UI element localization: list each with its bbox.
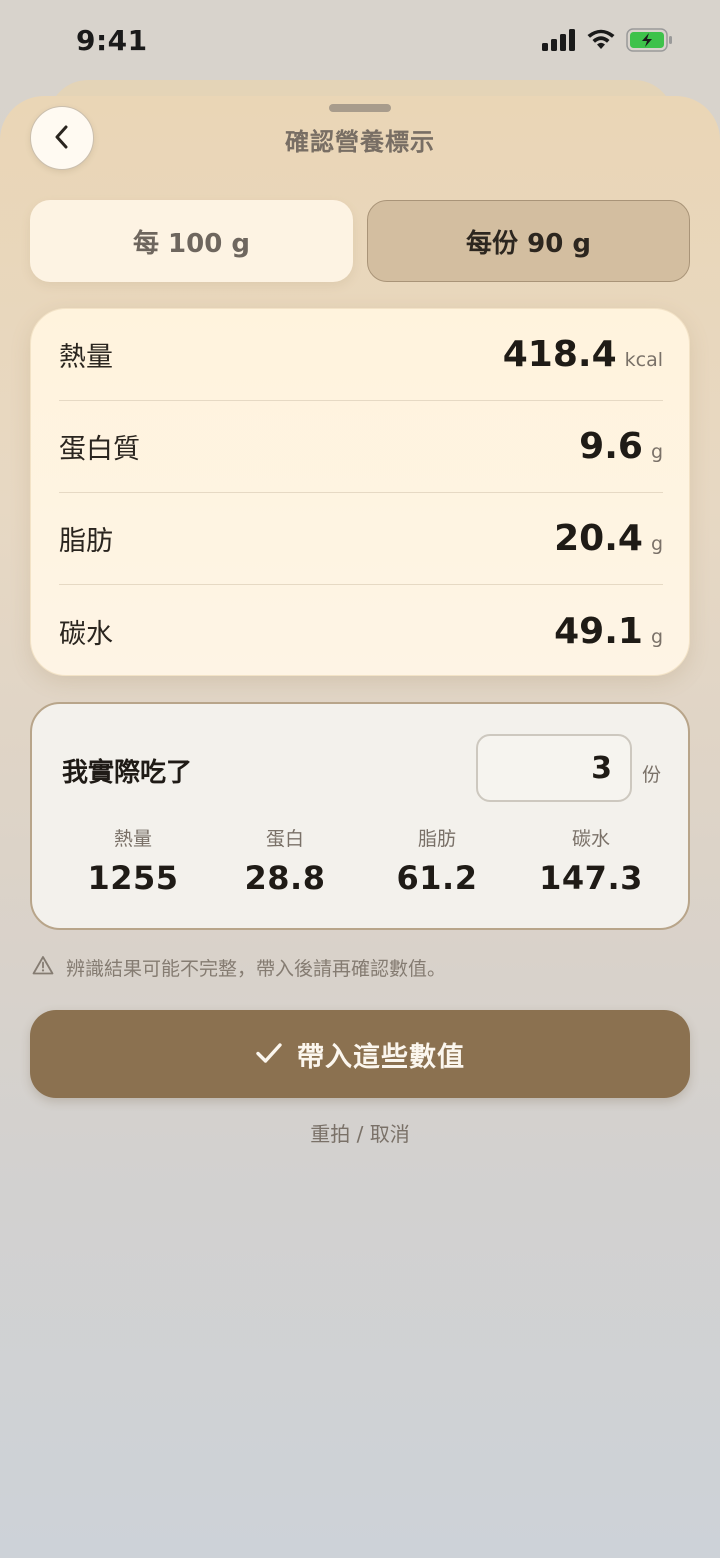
battery-charging-icon: [626, 28, 674, 56]
nutrition-value[interactable]: 20.4: [554, 518, 643, 559]
status-time: 9:41: [76, 24, 148, 57]
macro-label: 蛋白: [265, 828, 304, 850]
macro-fat: 脂肪 61.2: [361, 824, 513, 897]
macro-protein: 蛋白 28.8: [209, 824, 361, 897]
nutrition-row-protein: 蛋白質 9.6 g: [59, 401, 663, 493]
macro-value: 1255: [87, 859, 179, 897]
nutrition-label: 蛋白質: [59, 434, 140, 465]
nutrition-row-carbs: 碳水 49.1 g: [59, 585, 663, 677]
eaten-card: 我實際吃了 份 熱量 1255 蛋白 28.8 脂肪 61.2 碳水 147.3: [30, 702, 690, 930]
macro-calories: 熱量 1255: [57, 824, 209, 897]
macro-value: 147.3: [539, 859, 643, 897]
apply-values-label: 帶入這些數值: [297, 1041, 465, 1072]
cellular-signal-icon: [542, 29, 576, 55]
nutrition-label: 熱量: [59, 342, 113, 373]
status-bar: 9:41: [0, 0, 720, 80]
nutrition-value[interactable]: 49.1: [554, 611, 643, 652]
nutrition-value[interactable]: 418.4: [503, 334, 617, 375]
wifi-icon: [586, 29, 616, 55]
nutrition-unit: kcal: [624, 349, 663, 371]
macro-value: 61.2: [396, 859, 478, 897]
apply-values-button[interactable]: 帶入這些數值: [30, 1010, 690, 1098]
segment-per-100g[interactable]: 每 100 g: [30, 200, 353, 282]
nutrition-unit: g: [650, 533, 663, 555]
nutrition-label: 碳水: [59, 618, 113, 650]
retake-cancel-link[interactable]: 重拍 / 取消: [0, 1118, 720, 1147]
nutrition-confirm-sheet: 確認營養標示 每 100 g 每份 90 g 熱量 418.4 kcal 蛋白質…: [0, 96, 720, 1558]
nutrition-unit: g: [650, 625, 663, 648]
nutrition-unit: g: [650, 441, 663, 463]
macro-carbs: 碳水 147.3: [515, 824, 667, 897]
status-icons: [542, 28, 674, 56]
checkmark-icon: [255, 1041, 283, 1068]
macro-label: 熱量: [113, 828, 152, 850]
servings-unit: 份: [642, 764, 662, 786]
recognition-notice: 辨識結果可能不完整，帶入後請再確認數值。: [32, 954, 446, 981]
nutrition-label: 脂肪: [59, 526, 113, 557]
macro-label: 碳水: [571, 828, 610, 850]
eaten-label: 我實際吃了: [62, 758, 193, 788]
sheet-grabber[interactable]: [329, 104, 391, 112]
segment-per-serving[interactable]: 每份 90 g: [367, 200, 690, 282]
macro-label: 脂肪: [417, 828, 456, 850]
notice-text: 辨識結果可能不完整，帶入後請再確認數值。: [66, 958, 447, 980]
warning-triangle-icon: [32, 955, 54, 980]
macro-value: 28.8: [244, 859, 326, 897]
nutrition-card: 熱量 418.4 kcal 蛋白質 9.6 g 脂肪 20.4 g 碳水 49.…: [30, 308, 690, 676]
page-title: 確認營養標示: [285, 128, 435, 156]
nutrition-value[interactable]: 9.6: [579, 426, 643, 467]
nutrition-row-fat: 脂肪 20.4 g: [59, 493, 663, 585]
servings-input[interactable]: [476, 734, 632, 802]
nutrition-row-calories: 熱量 418.4 kcal: [59, 309, 663, 401]
